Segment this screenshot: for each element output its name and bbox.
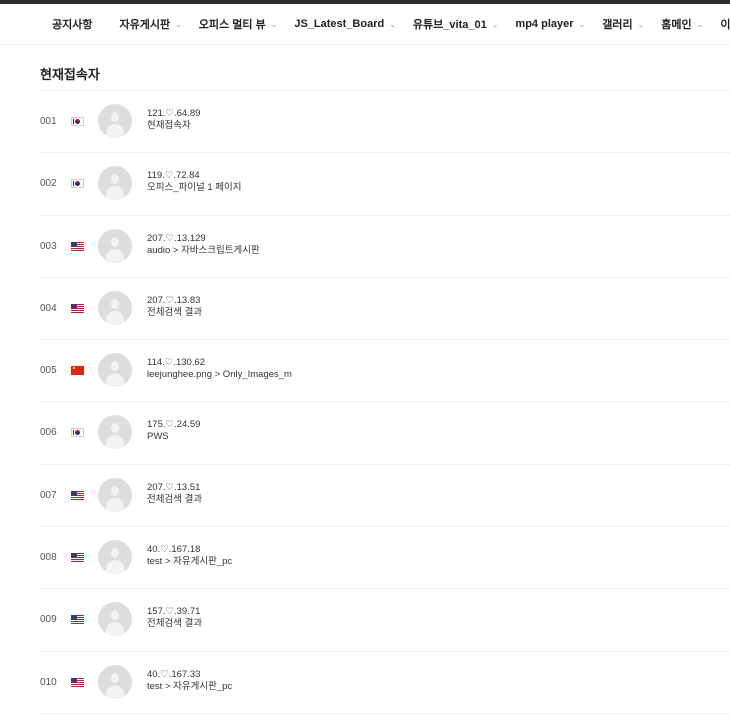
visitor-number: 002 bbox=[40, 178, 57, 190]
list-item: 002 119.♡.72.84 오피스_파이널 1 페이지 bbox=[40, 153, 730, 216]
avatar bbox=[98, 104, 132, 138]
nav-item-office-multi-view[interactable]: 오피스 멀티 뷰 ⌄ bbox=[199, 4, 278, 44]
nav-item-label: JS_Latest_Board bbox=[294, 18, 385, 30]
usa-flag-icon bbox=[71, 490, 84, 500]
visitor-ip: 40.♡.167.18 bbox=[147, 544, 201, 556]
list-item: 006 175.♡.24.59 PWS bbox=[40, 402, 730, 465]
visitor-ip: 207.♡.13.51 bbox=[147, 481, 201, 493]
visitor-ip: 207.♡.13.129 bbox=[147, 232, 206, 244]
chevron-down-icon: ⌄ bbox=[389, 19, 396, 29]
visitor-number: 010 bbox=[40, 676, 57, 688]
visitor-number: 009 bbox=[40, 614, 57, 626]
visitor-location-link[interactable]: 전체검색 결과 bbox=[147, 618, 202, 630]
visitor-list: 001 121.♡.64.89 현재접속자 002 119.♡.72.84 오피… bbox=[40, 91, 730, 714]
nav-item-event-board[interactable]: 이벤트게시 bbox=[720, 4, 730, 44]
korea-flag-icon bbox=[71, 117, 84, 126]
usa-flag-icon bbox=[71, 677, 84, 687]
list-item: 001 121.♡.64.89 현재접속자 bbox=[40, 91, 730, 154]
usa-flag-icon bbox=[71, 241, 84, 251]
list-item: 007 207.♡.13.51 전체검색 결과 bbox=[40, 465, 730, 528]
avatar bbox=[98, 415, 132, 450]
chevron-down-icon: ⌄ bbox=[578, 19, 586, 29]
avatar bbox=[98, 664, 132, 699]
korea-flag-icon bbox=[71, 179, 84, 189]
visitor-ip: 175.♡.24.59 bbox=[147, 419, 201, 431]
visitor-number: 001 bbox=[40, 116, 57, 127]
nav-item-label: 자유게시판 bbox=[119, 19, 171, 31]
korea-flag-icon bbox=[71, 428, 84, 438]
visitor-ip: 157.♡.39.71 bbox=[147, 606, 201, 618]
nav-item-label: 이벤트게시 bbox=[720, 19, 730, 31]
usa-flag-icon bbox=[71, 615, 84, 625]
chevron-down-icon: ⌄ bbox=[175, 19, 182, 29]
chevron-down-icon: ⌄ bbox=[637, 19, 645, 29]
nav-item-label: 유튜브_vita_01 bbox=[412, 19, 487, 31]
nav-item-youtube-vita[interactable]: 유튜브_vita_01 ⌄ bbox=[413, 4, 499, 44]
avatar bbox=[98, 602, 132, 637]
page-title: 현재접속자 bbox=[40, 67, 100, 82]
nav-item-mp4-player[interactable]: mp4 player ⌄ bbox=[515, 4, 585, 44]
nav-item-label: 공지사항 bbox=[52, 19, 93, 31]
visitor-location-link[interactable]: test > 자유게시판_pc bbox=[147, 681, 232, 693]
visitor-number: 007 bbox=[40, 489, 57, 501]
visitor-number: 006 bbox=[40, 427, 57, 439]
main-nav: 공지사항 자유게시판 ⌄ 오피스 멀티 뷰 ⌄ JS_Latest_Board … bbox=[0, 4, 730, 45]
list-item: 005 114.♡.130.62 leejunghee.png > Only_I… bbox=[40, 340, 730, 403]
nav-item-label: mp4 player bbox=[515, 18, 574, 30]
avatar bbox=[98, 166, 132, 201]
visitor-number: 008 bbox=[40, 552, 57, 564]
visitor-location-link[interactable]: 전체검색 결과 bbox=[147, 494, 202, 506]
chevron-down-icon: ⌄ bbox=[270, 19, 278, 29]
chevron-down-icon: ⌄ bbox=[491, 19, 499, 29]
chevron-down-icon: ⌄ bbox=[696, 19, 704, 29]
avatar bbox=[98, 540, 132, 575]
visitor-ip: 207.♡.13.83 bbox=[147, 294, 201, 306]
visitor-location-link[interactable]: PWS bbox=[147, 431, 200, 443]
list-item: 004 207.♡.13.83 전체검색 결과 bbox=[40, 278, 730, 341]
avatar bbox=[98, 477, 132, 512]
visitor-location-link[interactable]: audio > 자바스크립트게시판 bbox=[147, 245, 260, 257]
visitor-ip: 119.♡.72.84 bbox=[147, 170, 200, 182]
visitor-ip: 121.♡.64.89 bbox=[147, 108, 201, 119]
visitor-location-link[interactable]: 오피스_파이널 1 페이지 bbox=[147, 182, 242, 194]
china-flag-icon bbox=[71, 366, 84, 376]
nav-item-js-latest-board[interactable]: JS_Latest_Board ⌄ bbox=[294, 4, 396, 44]
visitor-ip: 114.♡.130.62 bbox=[147, 357, 205, 369]
visitor-number: 005 bbox=[40, 365, 57, 377]
nav-item-free-board[interactable]: 자유게시판 ⌄ bbox=[119, 4, 181, 44]
nav-item-label: 오피스 멀티 뷰 bbox=[198, 19, 266, 31]
avatar bbox=[98, 290, 132, 325]
visitor-location-link[interactable]: leejunghee.png > Only_Images_m bbox=[147, 369, 292, 381]
list-item: 003 207.♡.13.129 audio > 자바스크립트게시판 bbox=[40, 216, 730, 278]
list-item: 010 40.♡.167.33 test > 자유게시판_pc bbox=[40, 652, 730, 714]
visitor-location-link[interactable]: 전체검색 결과 bbox=[147, 307, 202, 319]
list-item: 009 157.♡.39.71 전체검색 결과 bbox=[40, 589, 730, 652]
visitor-number: 003 bbox=[40, 240, 57, 252]
nav-item-label: 홈메인 bbox=[661, 19, 692, 31]
usa-flag-icon bbox=[71, 303, 84, 313]
nav-item-label: 갤러리 bbox=[602, 19, 633, 31]
list-item: 008 40.♡.167.18 test > 자유게시판_pc bbox=[40, 527, 730, 590]
nav-item-notice[interactable]: 공지사항 bbox=[52, 4, 92, 44]
nav-item-gallery[interactable]: 갤러리 ⌄ bbox=[602, 4, 644, 44]
visitor-number: 004 bbox=[40, 302, 57, 314]
visitor-location-link[interactable]: 현재접속자 bbox=[147, 120, 200, 132]
usa-flag-icon bbox=[71, 553, 84, 563]
nav-item-home-main[interactable]: 홈메인 ⌄ bbox=[661, 4, 703, 44]
visitor-ip: 40.♡.167.33 bbox=[147, 668, 201, 680]
avatar bbox=[98, 228, 132, 263]
avatar bbox=[98, 353, 132, 388]
visitor-location-link[interactable]: test > 자유게시판_pc bbox=[147, 556, 232, 568]
